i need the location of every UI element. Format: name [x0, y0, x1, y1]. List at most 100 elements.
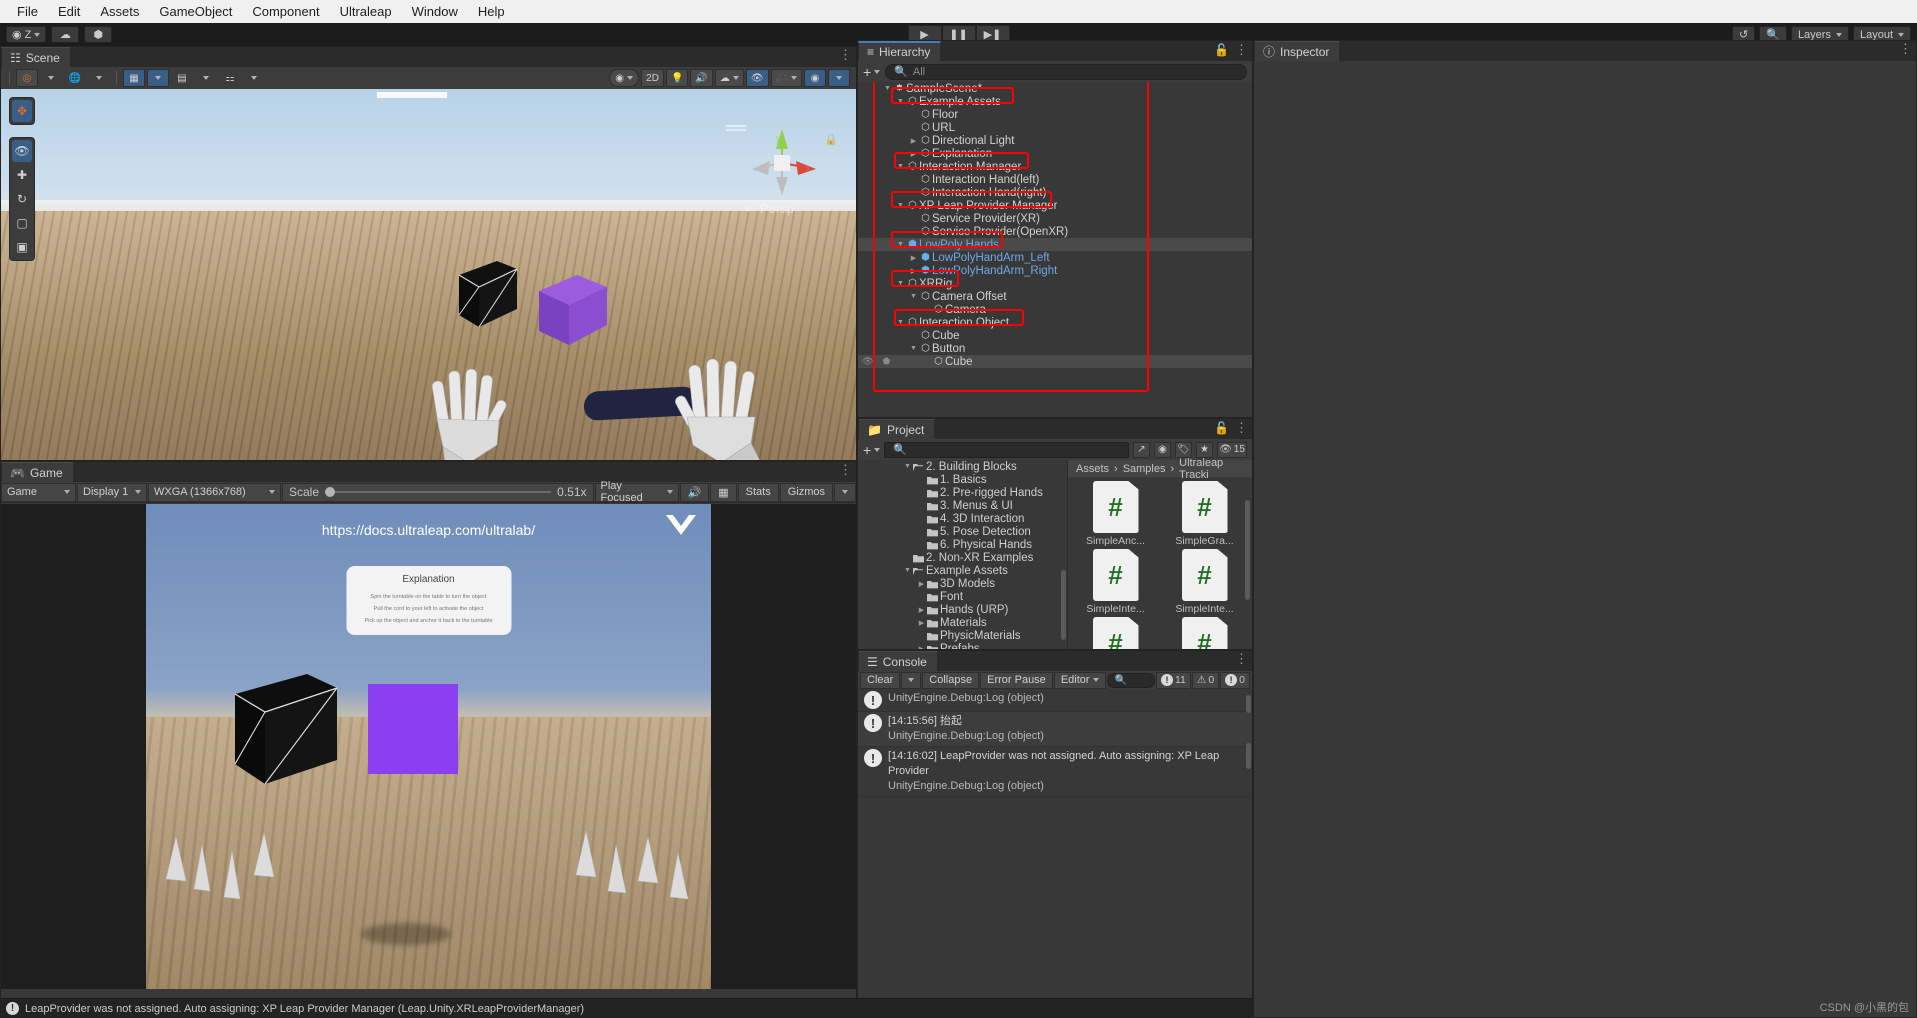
- chevron-down-icon[interactable]: ▼: [895, 98, 906, 105]
- scene-lighting-toggle[interactable]: 💡: [665, 69, 689, 87]
- project-type-filter-button[interactable]: ◉: [1154, 441, 1171, 458]
- chevron-right-icon[interactable]: ▶: [908, 267, 919, 275]
- hidden-objects-toggle[interactable]: 👁: [745, 69, 769, 87]
- chevron-down-icon[interactable]: ▼: [882, 85, 893, 92]
- project-tree-row[interactable]: PhysicMaterials: [858, 629, 1067, 642]
- game-viewport[interactable]: https://docs.ultraleap.com/ultralab/ Exp…: [1, 504, 856, 989]
- asset-item[interactable]: #: [1167, 617, 1243, 649]
- project-favorites-button[interactable]: ★: [1196, 441, 1213, 458]
- kebab-menu-icon[interactable]: ⋮: [1899, 42, 1912, 55]
- breadcrumb-item-samples[interactable]: Samples: [1123, 463, 1166, 475]
- breadcrumb-item-assets[interactable]: Assets: [1076, 463, 1109, 475]
- project-tree-row[interactable]: ▶ Prefabs: [858, 642, 1067, 649]
- chevron-right-icon[interactable]: ▶: [908, 254, 919, 262]
- chevron-right-icon[interactable]: ▶: [916, 645, 927, 650]
- project-tree-row[interactable]: Font: [858, 590, 1067, 603]
- kebab-menu-icon[interactable]: ⋮: [839, 48, 852, 61]
- project-tree-row[interactable]: ▼ 2. Building Blocks: [858, 460, 1067, 473]
- kebab-menu-icon[interactable]: ⋮: [1235, 421, 1248, 434]
- console-clear-button[interactable]: Clear: [860, 671, 901, 689]
- hierarchy-row[interactable]: ⬡ Cube: [858, 329, 1252, 342]
- chevron-right-icon[interactable]: ▶: [908, 137, 919, 145]
- hierarchy-row[interactable]: ▼ ⬡ Example Assets: [858, 95, 1252, 108]
- scale-slider-track[interactable]: [325, 487, 552, 497]
- asset-item[interactable]: # SimpleAnc...: [1078, 481, 1154, 547]
- hierarchy-search-input[interactable]: 🔍 All: [885, 63, 1247, 80]
- console-log-list[interactable]: ! UnityEngine.Debug:Log (object)! [14:15:5…: [858, 689, 1252, 1017]
- hierarchy-tree[interactable]: ▼ ✸ SampleScene* ▼ ⬡ Example Assets ⬡ Floor ⬡ URL…: [858, 82, 1252, 417]
- game-display-dropdown[interactable]: Display 1: [77, 482, 147, 502]
- account-button[interactable]: ◉ Z: [6, 26, 47, 43]
- hierarchy-row[interactable]: ▶ ⬡ Directional Light: [858, 134, 1252, 147]
- console-log-count[interactable]: ! 11: [1155, 671, 1191, 689]
- services-button[interactable]: ⬢: [84, 26, 113, 43]
- chevron-right-icon[interactable]: ▶: [916, 606, 927, 614]
- snap-increment-dropdown[interactable]: [243, 69, 265, 87]
- view-hand-tool-button[interactable]: 👁: [12, 140, 32, 162]
- project-tree-row[interactable]: 2. Pre-rigged Hands: [858, 486, 1067, 499]
- scene-gizmo-handle[interactable]: [726, 125, 746, 127]
- hierarchy-row[interactable]: ⬡ URL: [858, 121, 1252, 134]
- project-tree-scrollbar[interactable]: [1061, 570, 1066, 640]
- chevron-down-icon[interactable]: ▼: [908, 293, 919, 300]
- scene-object-purple-cube[interactable]: [535, 269, 611, 352]
- scene-viewport[interactable]: ⇐ Persp y x 🔒 👁 ✚ ↻ ▢ ▣ ✥: [1, 89, 856, 460]
- hierarchy-row[interactable]: ⬡ Camera: [858, 303, 1252, 316]
- tab-game[interactable]: 🎮 Game: [1, 462, 74, 482]
- project-tree-row[interactable]: 5. Pose Detection: [858, 525, 1067, 538]
- hierarchy-row[interactable]: ▼ ⬡ Interaction Object: [858, 316, 1252, 329]
- hierarchy-row[interactable]: ▶ ⬡ Explanation: [858, 147, 1252, 160]
- grid-visibility-dropdown[interactable]: [195, 69, 217, 87]
- eye-icon[interactable]: 👁: [862, 356, 873, 367]
- hierarchy-row[interactable]: ⬡ Interaction Hand(left): [858, 173, 1252, 186]
- handle-orientation-button[interactable]: 🌐: [64, 69, 86, 87]
- chevron-right-icon[interactable]: ▶: [908, 150, 919, 158]
- hierarchy-add-button[interactable]: +: [863, 64, 881, 80]
- hierarchy-row[interactable]: ⬡ Floor: [858, 108, 1252, 121]
- hierarchy-row[interactable]: ▼ ⬡ Button: [858, 342, 1252, 355]
- console-log-entry[interactable]: ! UnityEngine.Debug:Log (object): [858, 689, 1252, 712]
- tab-scene[interactable]: ☷ Scene: [1, 47, 71, 67]
- hierarchy-row[interactable]: ▼ ⬡ Interaction Manager: [858, 160, 1252, 173]
- kebab-menu-icon[interactable]: ⋮: [1235, 652, 1248, 665]
- pivot-dropdown[interactable]: [40, 69, 62, 87]
- game-scale-slider[interactable]: Scale 0.51x: [282, 482, 594, 502]
- game-mute-button[interactable]: 🔊: [679, 482, 710, 502]
- scale-slider-knob[interactable]: [325, 487, 336, 497]
- gizmos-dropdown[interactable]: [828, 69, 850, 87]
- project-tree-row[interactable]: 4. 3D Interaction: [858, 512, 1067, 525]
- console-scrollbar-thumb[interactable]: [1246, 743, 1251, 769]
- game-vsync-button[interactable]: ▦: [710, 482, 737, 502]
- rotate-tool-button[interactable]: ↻: [12, 188, 32, 210]
- console-search-input[interactable]: 🔍: [1106, 672, 1155, 688]
- project-tree-row[interactable]: ▼ Example Assets: [858, 564, 1067, 577]
- asset-item[interactable]: # SimpleInte...: [1167, 549, 1243, 615]
- menu-item-gameobject[interactable]: GameObject: [150, 2, 241, 22]
- chevron-down-icon[interactable]: ▼: [895, 202, 906, 209]
- project-add-button[interactable]: +: [863, 442, 881, 458]
- scene-view-options-button[interactable]: ◉: [609, 69, 640, 87]
- chevron-down-icon[interactable]: ▼: [902, 567, 913, 574]
- scene-audio-toggle[interactable]: 🔊: [690, 69, 713, 87]
- project-tree-row[interactable]: 6. Physical Hands: [858, 538, 1067, 551]
- grid-snap-dropdown[interactable]: [147, 69, 169, 87]
- asset-item[interactable]: #: [1078, 617, 1154, 649]
- console-error-count[interactable]: ! 0: [1220, 671, 1250, 689]
- project-tree-row[interactable]: ▶ 3D Models: [858, 577, 1067, 590]
- console-log-entry[interactable]: ! [14:16:02] LeapProvider was not assigne…: [858, 747, 1252, 797]
- project-label-filter-button[interactable]: 🏷: [1175, 441, 1192, 458]
- project-asset-grid[interactable]: Assets › Samples › Ultraleap Tracki # Sim…: [1068, 457, 1252, 649]
- move-tool-button[interactable]: ✚: [12, 164, 32, 186]
- game-playmode-dropdown[interactable]: Play Focused: [594, 480, 679, 504]
- game-target-dropdown[interactable]: Game: [1, 482, 76, 502]
- console-scrollbar[interactable]: [1246, 695, 1251, 713]
- menu-item-help[interactable]: Help: [469, 2, 514, 22]
- tab-hierarchy[interactable]: ≡ Hierarchy: [858, 41, 942, 61]
- console-collapse-button[interactable]: Collapse: [922, 671, 980, 689]
- project-tree-row[interactable]: ▶ Hands (URP): [858, 603, 1067, 616]
- visibility-toggles[interactable]: 👁 ⬟: [862, 356, 890, 367]
- console-error-pause-button[interactable]: Error Pause: [980, 671, 1053, 689]
- scene-object-right-hand[interactable]: [669, 351, 789, 460]
- menu-item-window[interactable]: Window: [403, 2, 467, 22]
- hierarchy-row[interactable]: ▼ ⬡ XRRig: [858, 277, 1252, 290]
